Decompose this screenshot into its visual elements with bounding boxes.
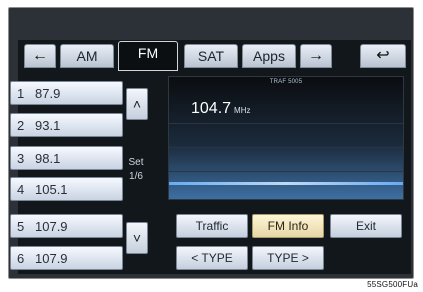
display-divider [169, 123, 403, 124]
preset-button[interactable]: 1 87.9 [10, 81, 123, 105]
tab-apps[interactable]: Apps [242, 44, 296, 68]
display-divider [169, 171, 403, 172]
traffic-indicator: TRAF 5005 [269, 79, 303, 85]
station-display: TRAF 5005 104.7 MHz [168, 76, 404, 200]
set-label: Set 1/6 [126, 156, 146, 184]
scroll-down-button[interactable]: ˅ [126, 222, 148, 254]
back-button[interactable]: ↩ [360, 44, 406, 68]
preset-frequency: 93.1 [35, 118, 61, 133]
left-arrow-icon: ← [32, 47, 48, 64]
return-arrow-icon: ↩ [376, 47, 390, 64]
preset-number: 4 [17, 182, 25, 197]
right-arrow-icon: → [308, 47, 324, 64]
preset-button[interactable]: 2 93.1 [10, 113, 123, 137]
preset-number: 2 [17, 118, 25, 133]
chevron-down-icon: ˅ [132, 230, 142, 246]
preset-button[interactable]: 5 107.9 [10, 214, 123, 238]
tab-fm[interactable]: FM [118, 41, 178, 71]
type-prev-button[interactable]: < TYPE [176, 246, 248, 270]
set-text: Set [128, 157, 144, 168]
preset-frequency: 107.9 [35, 251, 68, 266]
preset-frequency: 87.9 [35, 86, 61, 101]
figure-code: 55SG500FUa [367, 280, 418, 289]
tab-next[interactable]: → [300, 44, 332, 68]
type-next-button[interactable]: TYPE > [252, 246, 324, 270]
scroll-up-button[interactable]: ˄ [126, 88, 148, 120]
preset-button[interactable]: 4 105.1 [10, 177, 123, 201]
signal-glow [169, 182, 403, 185]
preset-frequency: 107.9 [35, 219, 68, 234]
frequency-unit: MHz [234, 106, 251, 115]
exit-button[interactable]: Exit [330, 214, 402, 238]
preset-button[interactable]: 3 98.1 [10, 146, 123, 170]
tab-am[interactable]: AM [60, 44, 114, 68]
preset-frequency: 105.1 [35, 182, 68, 197]
set-page: 1/6 [129, 171, 143, 182]
fm-info-button[interactable]: FM Info [252, 214, 324, 238]
source-tabs: ← AM FM SAT Apps → ↩ [18, 40, 411, 71]
preset-number: 5 [17, 219, 25, 234]
traffic-button[interactable]: Traffic [176, 214, 248, 238]
preset-button[interactable]: 6 107.9 [10, 246, 123, 270]
tab-sat[interactable]: SAT [184, 44, 238, 68]
preset-number: 3 [17, 151, 25, 166]
preset-frequency: 98.1 [35, 151, 61, 166]
preset-number: 6 [17, 251, 25, 266]
preset-number: 1 [17, 86, 25, 101]
display-divider [169, 147, 403, 148]
chevron-up-icon: ˄ [132, 96, 142, 112]
tab-prev[interactable]: ← [24, 44, 56, 68]
frequency-value: 104.7 [191, 100, 232, 117]
current-frequency: 104.7 MHz [191, 100, 251, 118]
